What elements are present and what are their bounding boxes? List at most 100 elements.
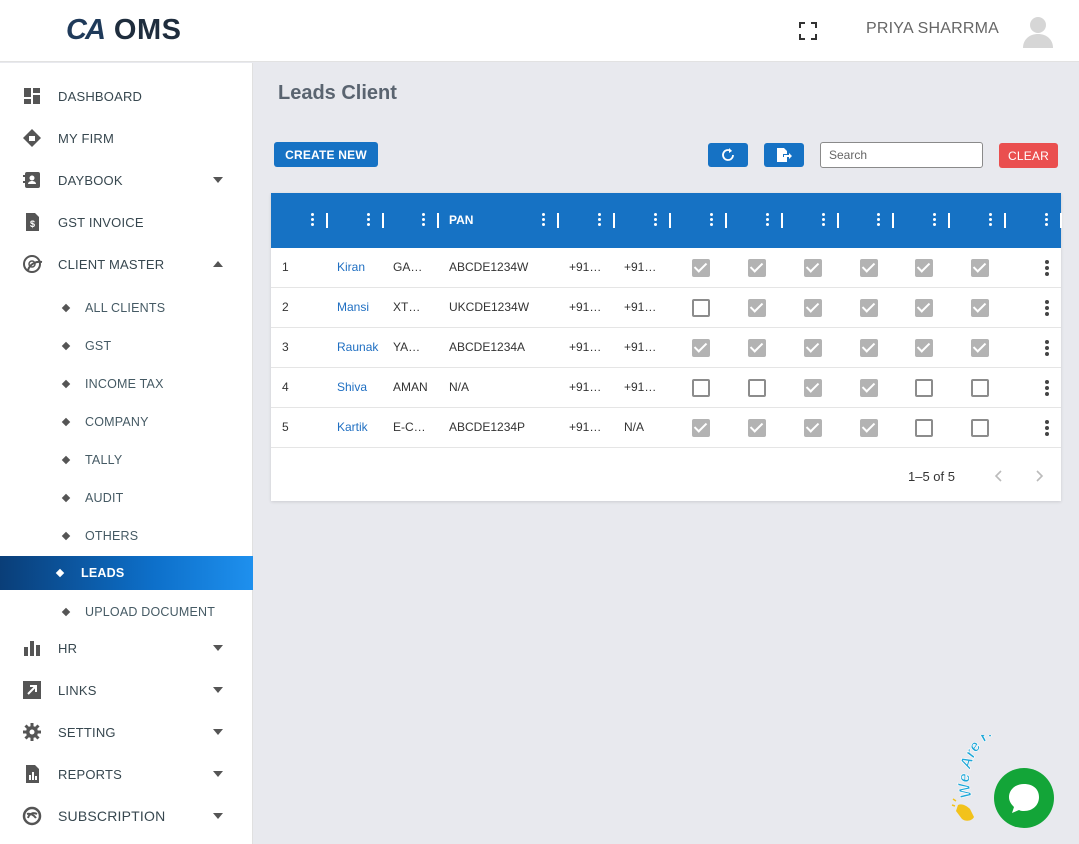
checkbox-checked[interactable] (748, 259, 766, 277)
clear-button[interactable]: CLEAR (999, 143, 1058, 168)
checkbox-checked[interactable] (804, 419, 822, 437)
checkbox-unchecked[interactable] (748, 379, 766, 397)
checkbox-unchecked[interactable] (915, 379, 933, 397)
cell-client-name[interactable]: Kartik (337, 420, 368, 434)
column-menu-icon[interactable] (541, 213, 545, 229)
row-menu-icon[interactable] (1044, 420, 1050, 438)
column-menu-icon[interactable] (1044, 213, 1048, 229)
checkbox-checked[interactable] (804, 379, 822, 397)
column-resize-handle[interactable] (557, 213, 559, 228)
chevron-down-icon[interactable] (213, 177, 223, 183)
cell-client-name[interactable]: Raunak (337, 340, 378, 354)
create-new-button[interactable]: CREATE NEW (274, 142, 378, 167)
column-header-pan[interactable]: PAN (449, 213, 473, 227)
column-menu-icon[interactable] (876, 213, 880, 229)
cell-client-name[interactable]: Shiva (337, 380, 367, 394)
sidebar-item-reports[interactable]: REPORTS (0, 756, 253, 792)
column-resize-handle[interactable] (437, 213, 439, 228)
checkbox-checked[interactable] (748, 339, 766, 357)
sidebar-item-my-firm[interactable]: MY FIRM (0, 120, 253, 156)
checkbox-checked[interactable] (915, 339, 933, 357)
sidebar-subitem-leads[interactable]: LEADS (0, 556, 253, 590)
column-resize-handle[interactable] (1060, 213, 1062, 228)
checkbox-checked[interactable] (971, 299, 989, 317)
row-menu-icon[interactable] (1044, 260, 1050, 278)
column-resize-handle[interactable] (382, 213, 384, 228)
chat-widget[interactable]: We Are Here! (950, 712, 1079, 844)
checkbox-checked[interactable] (748, 299, 766, 317)
chevron-down-icon[interactable] (213, 729, 223, 735)
checkbox-unchecked[interactable] (692, 379, 710, 397)
fullscreen-icon[interactable] (798, 21, 818, 41)
column-menu-icon[interactable] (765, 213, 769, 229)
app-logo[interactable]: CA OMS (66, 14, 181, 47)
checkbox-unchecked[interactable] (971, 379, 989, 397)
checkbox-checked[interactable] (804, 339, 822, 357)
column-resize-handle[interactable] (1004, 213, 1006, 228)
checkbox-unchecked[interactable] (692, 299, 710, 317)
checkbox-checked[interactable] (860, 379, 878, 397)
sidebar-item-gst-invoice[interactable]: $ GST INVOICE (0, 204, 253, 240)
search-input[interactable] (820, 142, 983, 168)
checkbox-checked[interactable] (860, 419, 878, 437)
sidebar-subitem-income-tax[interactable]: INCOME TAX (0, 367, 253, 401)
table-row[interactable]: 2 Mansi XT… UKCDE1234W +91… +91… (271, 288, 1061, 328)
column-menu-icon[interactable] (597, 213, 601, 229)
column-resize-handle[interactable] (892, 213, 894, 228)
checkbox-checked[interactable] (692, 259, 710, 277)
previous-page-button[interactable] (991, 468, 1007, 484)
sidebar-item-daybook[interactable]: DAYBOOK (0, 162, 253, 198)
sidebar-subitem-gst[interactable]: GST (0, 329, 253, 363)
sidebar-subitem-tally[interactable]: TALLY (0, 443, 253, 477)
column-resize-handle[interactable] (781, 213, 783, 228)
checkbox-checked[interactable] (804, 299, 822, 317)
checkbox-checked[interactable] (804, 259, 822, 277)
sidebar-item-subscription[interactable]: SUBSCRIPTION (0, 798, 253, 834)
sidebar-item-client-master[interactable]: CLIENT MASTER (0, 246, 253, 282)
column-resize-handle[interactable] (613, 213, 615, 228)
sidebar-subitem-company[interactable]: COMPANY (0, 405, 253, 439)
row-menu-icon[interactable] (1044, 300, 1050, 318)
chevron-up-icon[interactable] (213, 261, 223, 267)
table-row[interactable]: 4 Shiva AMAN N/A +91… +91… (271, 368, 1061, 408)
table-row[interactable]: 5 Kartik E-C… ABCDE1234P +91… N/A (271, 408, 1061, 448)
sidebar-subitem-all-clients[interactable]: ALL CLIENTS (0, 291, 253, 325)
export-button[interactable] (764, 143, 804, 167)
table-row[interactable]: 3 Raunak YA… ABCDE1234A +91… +91… (271, 328, 1061, 368)
next-page-button[interactable] (1031, 468, 1047, 484)
column-menu-icon[interactable] (421, 213, 425, 229)
user-avatar-icon[interactable] (1020, 13, 1056, 49)
column-menu-icon[interactable] (653, 213, 657, 229)
chevron-down-icon[interactable] (213, 771, 223, 777)
table-row[interactable]: 1 Kiran GA… ABCDE1234W +91… +91… (271, 248, 1061, 288)
checkbox-checked[interactable] (971, 259, 989, 277)
checkbox-checked[interactable] (971, 339, 989, 357)
sidebar-item-hr[interactable]: HR (0, 630, 253, 666)
user-name[interactable]: PRIYA SHARRMA (866, 20, 999, 38)
cell-client-name[interactable]: Kiran (337, 260, 365, 274)
column-menu-icon[interactable] (366, 213, 370, 229)
chevron-down-icon[interactable] (213, 645, 223, 651)
checkbox-checked[interactable] (692, 419, 710, 437)
column-menu-icon[interactable] (932, 213, 936, 229)
checkbox-checked[interactable] (860, 299, 878, 317)
column-menu-icon[interactable] (988, 213, 992, 229)
sidebar-subitem-others[interactable]: OTHERS (0, 519, 253, 553)
refresh-button[interactable] (708, 143, 748, 167)
checkbox-checked[interactable] (860, 259, 878, 277)
sidebar-item-links[interactable]: LINKS (0, 672, 253, 708)
chevron-down-icon[interactable] (213, 687, 223, 693)
row-menu-icon[interactable] (1044, 340, 1050, 358)
sidebar-subitem-audit[interactable]: AUDIT (0, 481, 253, 515)
checkbox-checked[interactable] (915, 259, 933, 277)
checkbox-unchecked[interactable] (971, 419, 989, 437)
column-menu-icon[interactable] (821, 213, 825, 229)
checkbox-checked[interactable] (860, 339, 878, 357)
column-menu-icon[interactable] (709, 213, 713, 229)
column-resize-handle[interactable] (725, 213, 727, 228)
column-resize-handle[interactable] (326, 213, 328, 228)
column-resize-handle[interactable] (669, 213, 671, 228)
checkbox-checked[interactable] (748, 419, 766, 437)
cell-client-name[interactable]: Mansi (337, 300, 369, 314)
checkbox-unchecked[interactable] (915, 419, 933, 437)
